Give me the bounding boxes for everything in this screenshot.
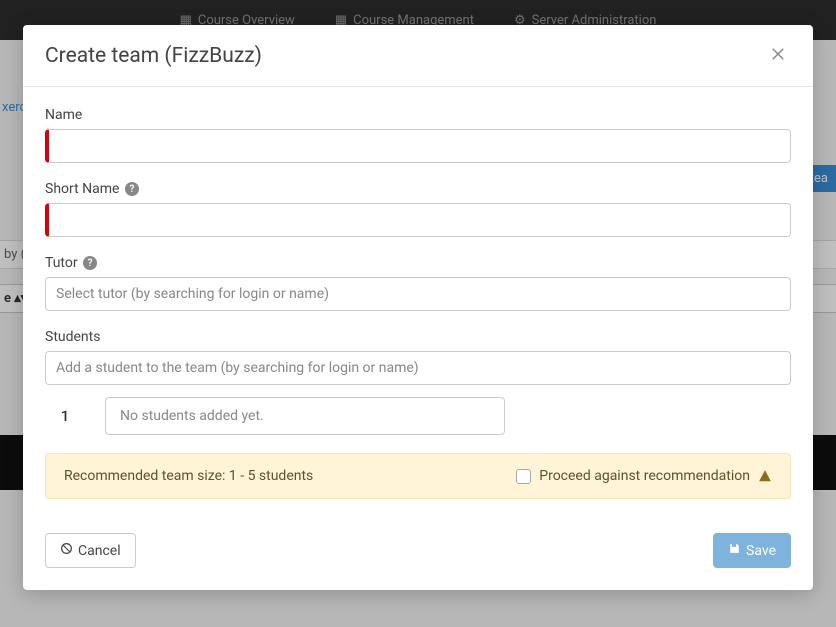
cancel-icon (60, 542, 73, 559)
students-label: Students (45, 329, 791, 345)
recommendation-text: Recommended team size: 1 - 5 students (64, 468, 313, 484)
save-icon (728, 542, 741, 559)
name-label: Name (45, 107, 791, 123)
student-slot-row: 1 No students added yet. (45, 397, 791, 435)
help-icon[interactable]: ? (83, 256, 97, 270)
student-slot-number: 1 (45, 397, 85, 435)
modal-header: Create team (FizzBuzz) (23, 25, 813, 87)
modal-body: Name Short Name ? Tutor ? Students (23, 87, 813, 517)
students-field: Students (45, 329, 791, 385)
recommendation-proceed-group: Proceed against recommendation (516, 468, 772, 484)
recommendation-bar: Recommended team size: 1 - 5 students Pr… (45, 453, 791, 499)
tutor-input[interactable] (45, 277, 791, 311)
short-name-label: Short Name ? (45, 181, 791, 197)
name-field: Name (45, 107, 791, 163)
modal-title: Create team (FizzBuzz) (45, 44, 262, 68)
help-icon[interactable]: ? (125, 182, 139, 196)
short-name-input[interactable] (45, 203, 791, 237)
modal-footer: Cancel Save (23, 517, 813, 590)
modal-overlay: Create team (FizzBuzz) Name Short Name ? (0, 0, 836, 627)
tutor-label: Tutor ? (45, 255, 791, 271)
students-input[interactable] (45, 351, 791, 385)
tutor-field: Tutor ? (45, 255, 791, 311)
proceed-checkbox[interactable] (516, 469, 531, 484)
cancel-button[interactable]: Cancel (45, 533, 136, 568)
student-slot-empty: No students added yet. (105, 397, 505, 435)
warning-icon (758, 469, 772, 483)
close-icon (769, 45, 787, 66)
create-team-modal: Create team (FizzBuzz) Name Short Name ? (23, 25, 813, 590)
close-button[interactable] (765, 41, 791, 70)
save-button[interactable]: Save (713, 533, 791, 568)
proceed-label: Proceed against recommendation (539, 468, 750, 484)
name-input[interactable] (45, 129, 791, 163)
short-name-field: Short Name ? (45, 181, 791, 237)
